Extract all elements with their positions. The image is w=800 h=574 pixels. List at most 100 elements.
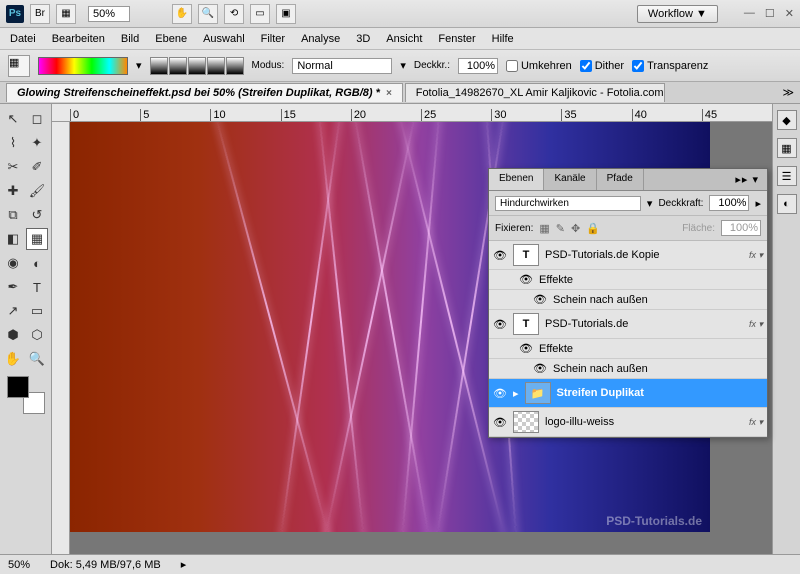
dropdown-icon[interactable]: ▾ (400, 59, 406, 72)
tab-kanaele[interactable]: Kanäle (544, 169, 596, 190)
close-tab-icon[interactable]: × (386, 88, 392, 99)
visibility-icon[interactable]: 👁 (493, 318, 507, 331)
visibility-icon[interactable]: 👁 (519, 342, 533, 355)
brush-tool-icon[interactable]: 🖌 (26, 180, 48, 202)
shape-tool-icon[interactable]: ▭ (26, 300, 48, 322)
gradient-tool-icon[interactable]: ▦ (26, 228, 48, 250)
type-tool-icon[interactable]: T (26, 276, 48, 298)
swatches-panel-icon[interactable]: ▦ (777, 138, 797, 158)
radial-gradient-icon[interactable] (169, 57, 187, 75)
eraser-tool-icon[interactable]: ◧ (2, 228, 24, 250)
gradient-tool-icon[interactable]: ▦ (8, 55, 30, 77)
layer-effects[interactable]: 👁 Effekte (489, 270, 767, 290)
fx-badge[interactable]: fx ▾ (749, 250, 763, 261)
styles-panel-icon[interactable]: ☰ (777, 166, 797, 186)
3d-camera-icon[interactable]: ⬡ (26, 324, 48, 346)
pen-tool-icon[interactable]: ✒ (2, 276, 24, 298)
layer-row[interactable]: 👁 T PSD-Tutorials.de Kopie fx ▾ (489, 241, 767, 270)
view-button[interactable]: ▦ (56, 4, 76, 24)
crop-tool-icon[interactable]: ✂ (2, 156, 24, 178)
reflected-gradient-icon[interactable] (207, 57, 225, 75)
dither-checkbox[interactable]: Dither (580, 60, 624, 72)
document-tab-active[interactable]: Glowing Streifenscheineffekt.psd bei 50%… (6, 83, 403, 102)
hand-tool-icon[interactable]: ✋ (172, 4, 192, 24)
status-zoom[interactable]: 50% (8, 559, 30, 571)
menu-hilfe[interactable]: Hilfe (492, 33, 514, 45)
arrange-icon[interactable]: ▭ (250, 4, 270, 24)
color-swatches[interactable] (7, 376, 45, 414)
visibility-icon[interactable]: 👁 (519, 273, 533, 286)
menu-bild[interactable]: Bild (121, 33, 139, 45)
tab-ebenen[interactable]: Ebenen (489, 169, 544, 190)
menu-3d[interactable]: 3D (356, 33, 370, 45)
opacity-arrow-icon[interactable]: ▸ (755, 197, 761, 210)
close-icon[interactable]: ✕ (785, 7, 794, 20)
status-arrow-icon[interactable]: ▸ (181, 558, 187, 571)
move-tool-icon[interactable]: ↖ (2, 108, 24, 130)
menu-bearbeiten[interactable]: Bearbeiten (52, 33, 105, 45)
document-tab[interactable]: Fotolia_14982670_XL Amir Kaljikovic - Fo… (405, 83, 665, 102)
layer-effects[interactable]: 👁 Effekte (489, 339, 767, 359)
dodge-tool-icon[interactable]: ◐ (26, 252, 48, 274)
tab-overflow-icon[interactable]: ≫ (782, 86, 794, 99)
3d-tool-icon[interactable]: ⬢ (2, 324, 24, 346)
tab-pfade[interactable]: Pfade (597, 169, 644, 190)
heal-tool-icon[interactable]: ✚ (2, 180, 24, 202)
panel-menu-icon[interactable]: ▸▸ ▾ (727, 169, 767, 190)
workspace-button[interactable]: Workflow ▼ (637, 5, 718, 23)
blend-mode-select[interactable]: Normal (292, 58, 392, 74)
adjustments-panel-icon[interactable]: ◐ (777, 194, 797, 214)
eyedropper-tool-icon[interactable]: ✐ (26, 156, 48, 178)
menu-auswahl[interactable]: Auswahl (203, 33, 245, 45)
lock-transparency-icon[interactable]: ▦ (539, 222, 549, 235)
hand-tool-icon[interactable]: ✋ (2, 348, 24, 370)
minimize-icon[interactable]: — (744, 7, 755, 20)
visibility-icon[interactable]: 👁 (493, 249, 507, 262)
bridge-button[interactable]: Br (30, 4, 50, 24)
lock-all-icon[interactable]: 🔒 (586, 222, 600, 235)
color-panel-icon[interactable]: ◆ (777, 110, 797, 130)
zoom-tool-icon[interactable]: 🔍 (26, 348, 48, 370)
layer-row-selected[interactable]: 👁 ▸ 📁 Streifen Duplikat (489, 379, 767, 408)
fx-badge[interactable]: fx ▾ (749, 417, 763, 428)
menu-fenster[interactable]: Fenster (438, 33, 475, 45)
reverse-checkbox[interactable]: Umkehren (506, 60, 572, 72)
gradient-preview[interactable] (38, 57, 128, 75)
layer-row[interactable]: 👁 logo-illu-weiss fx ▾ (489, 408, 767, 437)
angle-gradient-icon[interactable] (188, 57, 206, 75)
layer-opacity-input[interactable]: 100% (709, 195, 749, 211)
menu-datei[interactable]: Datei (10, 33, 36, 45)
visibility-icon[interactable]: 👁 (493, 416, 507, 429)
zoom-tool-icon[interactable]: 🔍 (198, 4, 218, 24)
foreground-color[interactable] (7, 376, 29, 398)
dropdown-icon[interactable]: ▾ (136, 59, 142, 72)
lock-position-icon[interactable]: ✥ (571, 222, 580, 235)
menu-filter[interactable]: Filter (261, 33, 285, 45)
lock-pixels-icon[interactable]: ✎ (556, 222, 565, 235)
layer-effect-item[interactable]: 👁 Schein nach außen (489, 359, 767, 379)
diamond-gradient-icon[interactable] (226, 57, 244, 75)
dropdown-icon[interactable]: ▾ (647, 197, 653, 210)
fx-badge[interactable]: fx ▾ (749, 319, 763, 330)
menu-analyse[interactable]: Analyse (301, 33, 340, 45)
marquee-tool-icon[interactable]: ◻ (26, 108, 48, 130)
zoom-select[interactable]: 50% (88, 6, 130, 22)
layer-effect-item[interactable]: 👁 Schein nach außen (489, 290, 767, 310)
layer-blend-select[interactable]: Hindurchwirken (495, 196, 641, 211)
wand-tool-icon[interactable]: ✦ (26, 132, 48, 154)
opacity-input[interactable]: 100% (458, 58, 498, 74)
visibility-icon[interactable]: 👁 (533, 293, 547, 306)
lasso-tool-icon[interactable]: ⌇ (2, 132, 24, 154)
transparency-checkbox[interactable]: Transparenz (632, 60, 708, 72)
visibility-icon[interactable]: 👁 (493, 387, 507, 400)
fill-input[interactable]: 100% (721, 220, 761, 236)
blur-tool-icon[interactable]: ◉ (2, 252, 24, 274)
layer-row[interactable]: 👁 T PSD-Tutorials.de fx ▾ (489, 310, 767, 339)
menu-ebene[interactable]: Ebene (155, 33, 187, 45)
path-tool-icon[interactable]: ↗ (2, 300, 24, 322)
rotate-tool-icon[interactable]: ⟲ (224, 4, 244, 24)
folder-toggle-icon[interactable]: ▸ (513, 387, 519, 400)
menu-ansicht[interactable]: Ansicht (386, 33, 422, 45)
screen-mode-icon[interactable]: ▣ (276, 4, 296, 24)
restore-icon[interactable]: ☐ (765, 7, 775, 20)
